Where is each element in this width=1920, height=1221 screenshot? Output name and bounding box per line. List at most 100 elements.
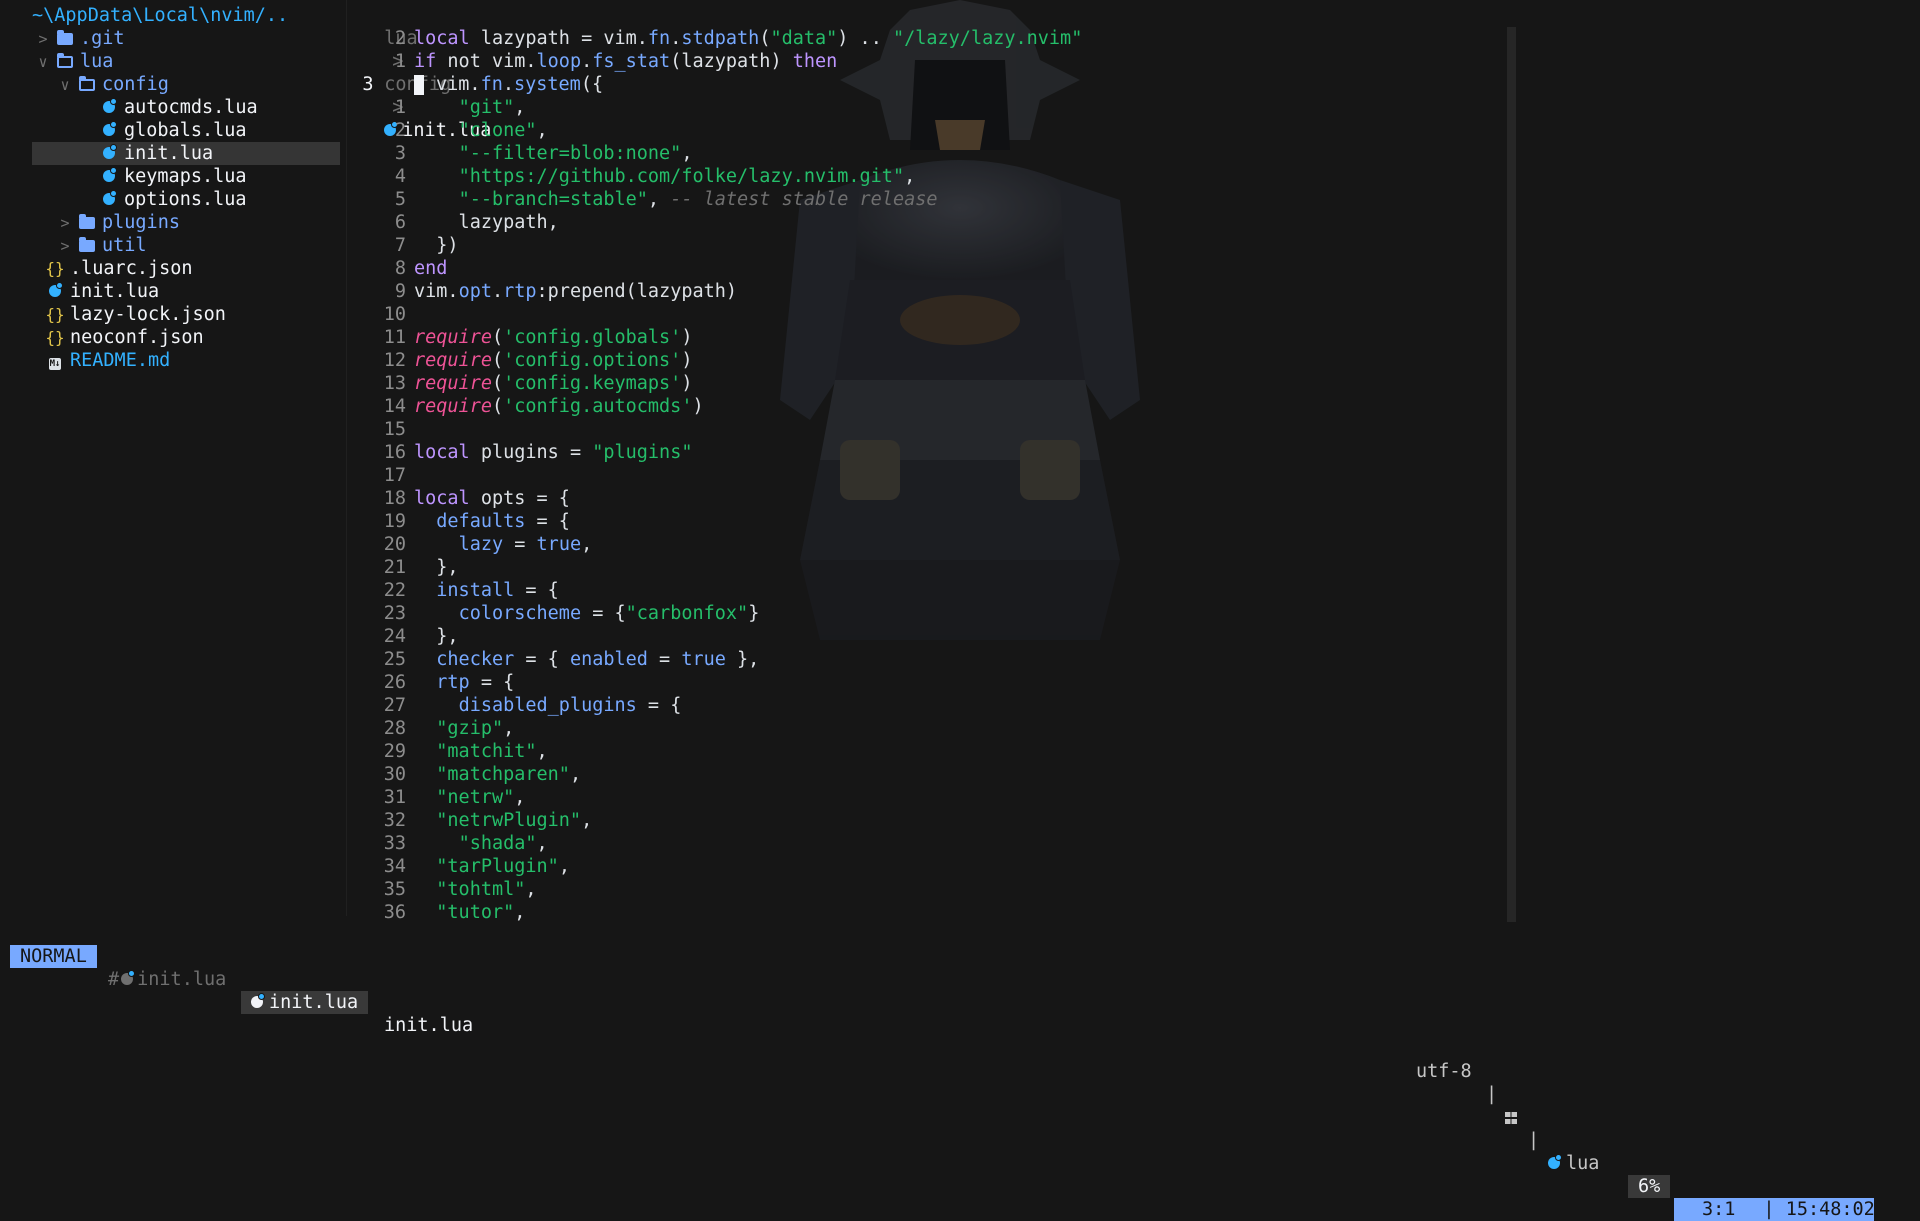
code-token: , bbox=[525, 879, 537, 900]
tree-item[interactable]: > plugins bbox=[0, 211, 340, 234]
lua-icon bbox=[251, 993, 265, 1008]
tree-item[interactable]: options.lua bbox=[0, 188, 340, 211]
code-line[interactable]: 3 "--filter=blob:none", bbox=[350, 142, 1082, 165]
chevron-down-icon[interactable]: ∨ bbox=[32, 53, 54, 71]
code-line[interactable]: 8 end bbox=[350, 257, 1082, 280]
code-line[interactable]: 6 lazypath, bbox=[350, 211, 1082, 234]
code-token: = { bbox=[514, 580, 559, 601]
code-line[interactable]: 34 "tarPlugin", bbox=[350, 855, 1082, 878]
code-line[interactable]: 26 rtp = { bbox=[350, 671, 1082, 694]
code-token: ) bbox=[692, 396, 704, 417]
code-line[interactable]: 9 vim.opt.rtp:prepend(lazypath) bbox=[350, 280, 1082, 303]
code-line[interactable]: 28 "gzip", bbox=[350, 717, 1082, 740]
text-cursor bbox=[414, 75, 424, 95]
code-line[interactable]: 31 "netrw", bbox=[350, 786, 1082, 809]
code-line[interactable]: 35 "tohtml", bbox=[350, 878, 1082, 901]
code-line[interactable]: 33 "shada", bbox=[350, 832, 1082, 855]
code-line[interactable]: 2 "clone", bbox=[350, 119, 1082, 142]
tree-item[interactable]: {} lazy-lock.json bbox=[0, 303, 340, 326]
code-line[interactable]: 7 }) bbox=[350, 234, 1082, 257]
code-line[interactable]: 18 local opts = { bbox=[350, 487, 1082, 510]
code-line[interactable]: 22 install = { bbox=[350, 579, 1082, 602]
tree-item[interactable]: globals.lua bbox=[0, 119, 340, 142]
tree-item[interactable]: M↓ README.md bbox=[0, 349, 340, 372]
editor-scrollbar[interactable] bbox=[1507, 27, 1516, 922]
explorer-root-path[interactable]: ~\AppData\Local\nvim/.. bbox=[0, 4, 340, 27]
code-line[interactable]: 14 require('config.autocmds') bbox=[350, 395, 1082, 418]
json-icon: {} bbox=[45, 259, 65, 278]
tree-item[interactable]: {} neoconf.json bbox=[0, 326, 340, 349]
tree-item[interactable]: autocmds.lua bbox=[0, 96, 340, 119]
tree-item-label: autocmds.lua bbox=[124, 97, 258, 118]
tree-item[interactable]: ∨ config bbox=[0, 73, 340, 96]
line-number: 25 bbox=[383, 649, 406, 670]
code-line[interactable]: 36 "tutor", bbox=[350, 901, 1082, 924]
chevron-right-icon[interactable]: > bbox=[54, 237, 76, 255]
code-line[interactable]: 4 "https://github.com/folke/lazy.nvim.gi… bbox=[350, 165, 1082, 188]
chevron-right-icon[interactable]: > bbox=[54, 214, 76, 232]
tree-item[interactable]: init.lua bbox=[32, 142, 340, 165]
code-token: "clone" bbox=[458, 120, 537, 141]
line-number: 22 bbox=[383, 580, 406, 601]
code-text: "gzip", bbox=[414, 717, 514, 740]
code-line[interactable]: 5 "--branch=stable", -- latest stable re… bbox=[350, 188, 1082, 211]
buffer-tab-alternate[interactable]: # init.lua bbox=[108, 968, 226, 991]
tree-item[interactable]: > .git bbox=[0, 27, 340, 50]
code-text: end bbox=[414, 257, 447, 280]
code-text: disabled_plugins = { bbox=[414, 694, 682, 717]
buffer-tab-current[interactable]: init.lua bbox=[241, 991, 369, 1014]
code-token: , bbox=[514, 97, 526, 118]
code-token: ( bbox=[491, 373, 504, 394]
code-editor[interactable]: 2 local lazypath = vim.fn.stdpath("data")… bbox=[350, 27, 1082, 924]
code-line[interactable]: 17 bbox=[350, 464, 1082, 487]
code-line[interactable]: 15 bbox=[350, 418, 1082, 441]
code-line[interactable]: 10 bbox=[350, 303, 1082, 326]
chevron-down-icon[interactable]: ∨ bbox=[54, 76, 76, 94]
code-text: install = { bbox=[414, 579, 559, 602]
code-token: }, bbox=[725, 649, 760, 670]
code-token: local bbox=[414, 488, 470, 509]
code-token: "carbonfox" bbox=[625, 603, 749, 624]
code-line[interactable]: 20 lazy = true, bbox=[350, 533, 1082, 556]
line-number: 12 bbox=[383, 350, 406, 371]
code-line[interactable]: 2 local lazypath = vim.fn.stdpath("data")… bbox=[350, 27, 1082, 50]
tree-item[interactable]: > util bbox=[0, 234, 340, 257]
code-text: local lazypath = vim.fn.stdpath("data") … bbox=[414, 27, 1082, 50]
code-token: rtp bbox=[503, 281, 537, 302]
tree-item-label: keymaps.lua bbox=[124, 166, 247, 187]
tree-item[interactable]: init.lua bbox=[0, 280, 340, 303]
file-explorer: ~\AppData\Local\nvim/.. > .git ∨ lua ∨ config… bbox=[0, 4, 340, 920]
lua-icon bbox=[98, 97, 120, 118]
code-line[interactable]: 32 "netrwPlugin", bbox=[350, 809, 1082, 832]
code-line[interactable]: 19 defaults = { bbox=[350, 510, 1082, 533]
code-line[interactable]: 11 require('config.globals') bbox=[350, 326, 1082, 349]
code-line[interactable]: 23 colorscheme = {"carbonfox"} bbox=[350, 602, 1082, 625]
line-number: 27 bbox=[383, 695, 406, 716]
code-line[interactable]: 13 require('config.keymaps') bbox=[350, 372, 1082, 395]
chevron-right-icon[interactable]: > bbox=[32, 30, 54, 48]
tree-item[interactable]: {} .luarc.json bbox=[0, 257, 340, 280]
code-line[interactable]: 12 require('config.options') bbox=[350, 349, 1082, 372]
code-line[interactable]: 24 }, bbox=[350, 625, 1082, 648]
tree-item[interactable]: keymaps.lua bbox=[0, 165, 340, 188]
code-token: , bbox=[536, 741, 548, 762]
code-line[interactable]: 16 local plugins = "plugins" bbox=[350, 441, 1082, 464]
code-line[interactable]: 25 checker = { enabled = true }, bbox=[350, 648, 1082, 671]
sidebar-divider[interactable] bbox=[346, 0, 347, 916]
code-token: enabled bbox=[569, 649, 648, 670]
code-line[interactable]: 3 vim.fn.system({ bbox=[350, 73, 1082, 96]
tree-item[interactable]: ∨ lua bbox=[0, 50, 340, 73]
code-line[interactable]: 21 }, bbox=[350, 556, 1082, 579]
code-line[interactable]: 1 if not vim.loop.fs_stat(lazypath) then bbox=[350, 50, 1082, 73]
code-line[interactable]: 1 "git", bbox=[350, 96, 1082, 119]
code-line[interactable]: 27 disabled_plugins = { bbox=[350, 694, 1082, 717]
code-line[interactable]: 30 "matchparen", bbox=[350, 763, 1082, 786]
code-line[interactable]: 29 "matchit", bbox=[350, 740, 1082, 763]
tree-item-label: init.lua bbox=[70, 281, 160, 302]
code-text: vim.opt.rtp:prepend(lazypath) bbox=[414, 280, 737, 303]
